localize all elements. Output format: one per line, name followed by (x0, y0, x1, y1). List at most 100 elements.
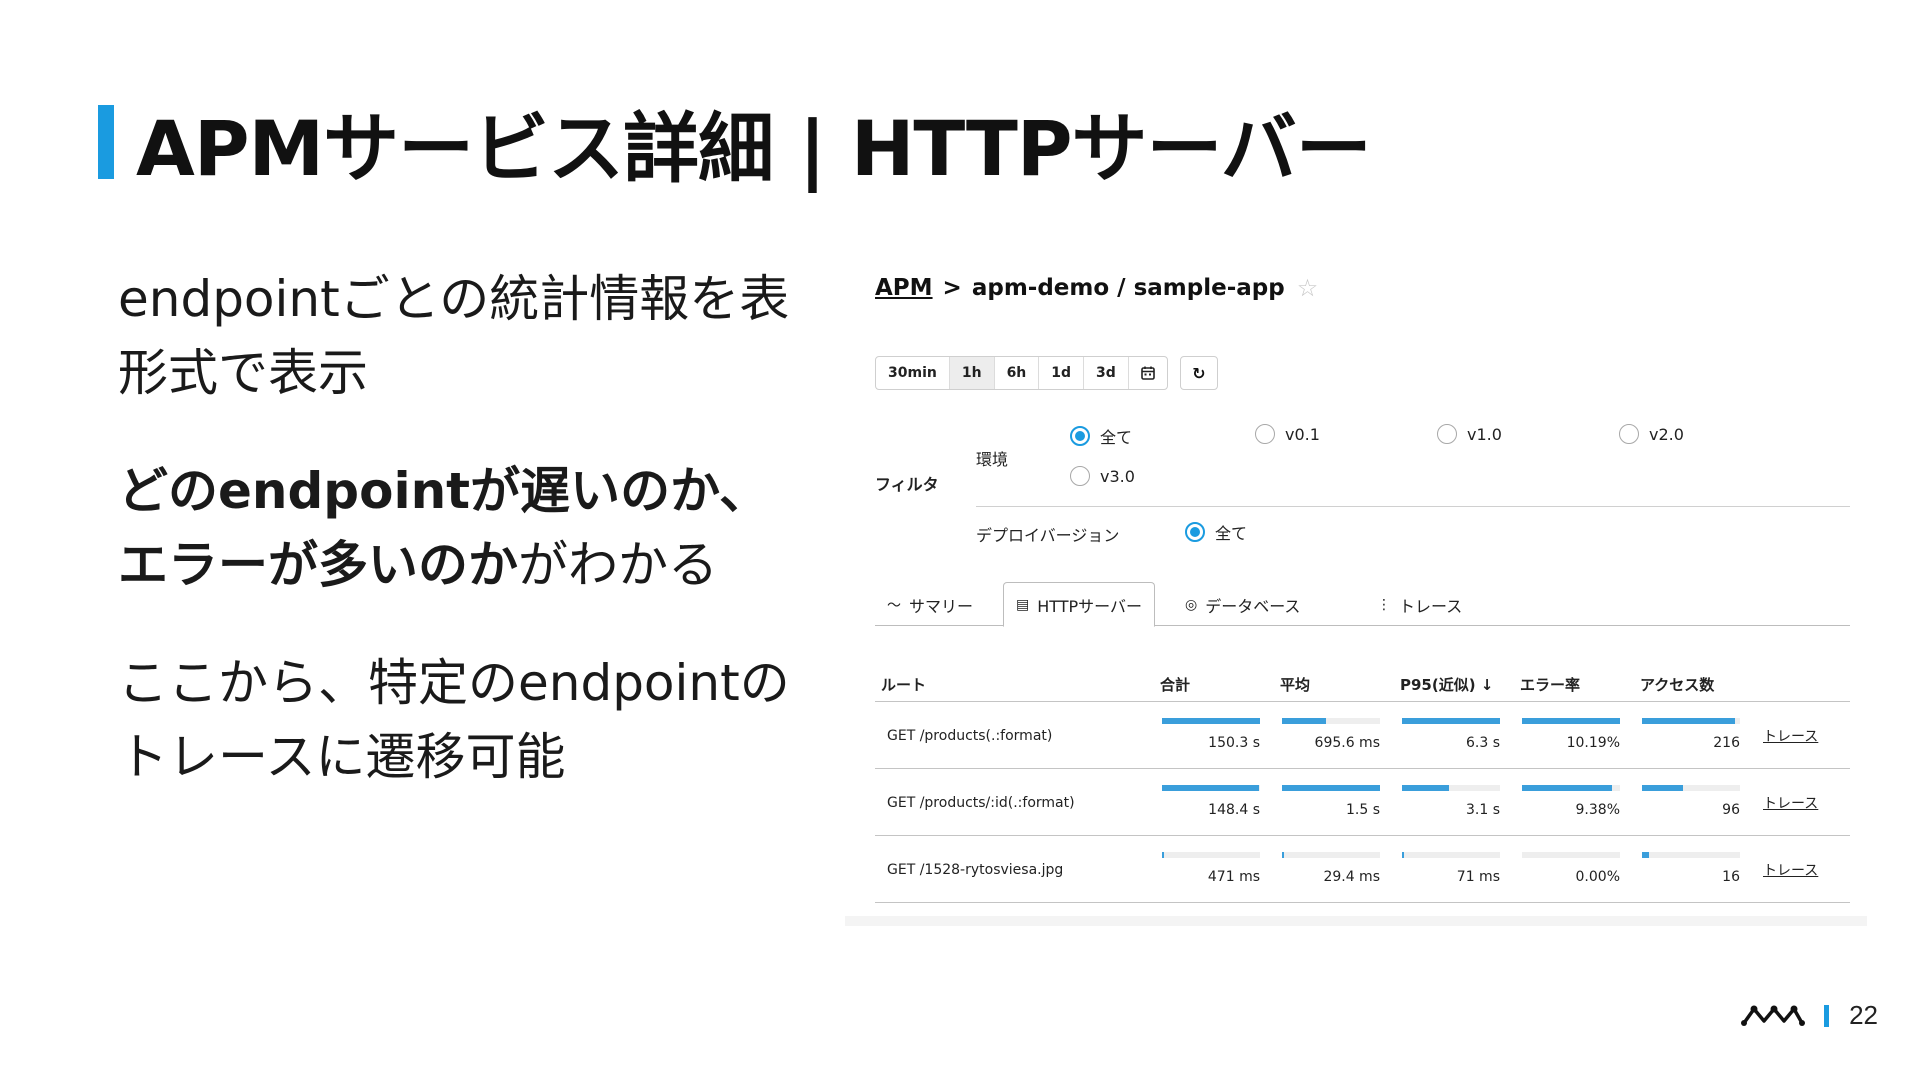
deploy-version-label: デプロイバージョン (976, 526, 1120, 545)
err-cell: 0.00% (1522, 836, 1620, 903)
avg-cell: 1.5 s (1282, 769, 1380, 836)
count-bar-fill (1642, 852, 1649, 858)
radio-icon (1255, 424, 1275, 444)
server-icon: ▤ (1016, 596, 1030, 613)
column-header-access-count[interactable]: アクセス数 (1640, 674, 1714, 695)
count-cell: 96 (1642, 769, 1740, 836)
count-cell: 16 (1642, 836, 1740, 903)
breadcrumb-service: apm-demo / sample-app (971, 275, 1285, 301)
tab-database[interactable]: ◎ データベース (1173, 582, 1312, 627)
avg-bar (1282, 785, 1380, 791)
err-bar (1522, 785, 1620, 791)
env-radio-all[interactable]: 全て (1070, 424, 1132, 448)
database-icon: ◎ (1185, 596, 1198, 613)
env-label: 環境 (976, 450, 1009, 469)
err-value: 10.19% (1566, 735, 1620, 751)
count-bar (1642, 718, 1740, 724)
tab-http-server[interactable]: ▤ HTTPサーバー (1003, 582, 1156, 627)
count-value: 216 (1713, 735, 1740, 751)
count-bar (1642, 852, 1740, 858)
trend-icon: 〜 (887, 597, 901, 614)
err-cell: 9.38% (1522, 769, 1620, 836)
table-row: GET /products(.:format) 150.3 s 695.6 ms 6.… (875, 702, 1850, 769)
tab-bar: 〜サマリー ▤ HTTPサーバー ◎ データベース ⋮ トレース (875, 582, 1850, 627)
brand-logo-icon (1741, 1005, 1806, 1026)
deploy-radio-all[interactable]: 全て (1185, 520, 1247, 544)
count-bar-fill (1642, 718, 1736, 724)
count-bar-fill (1642, 785, 1684, 791)
breadcrumb: APM > apm-demo / sample-app ☆ (875, 274, 1318, 302)
total-bar-fill (1162, 852, 1164, 858)
total-cell: 148.4 s (1162, 769, 1260, 836)
column-header-error-rate[interactable]: エラー率 (1520, 674, 1580, 695)
avg-bar-fill (1282, 718, 1327, 724)
p95-value: 6.3 s (1465, 735, 1500, 751)
refresh-icon[interactable]: ↻ (1179, 356, 1218, 390)
table-row: GET /1528-rytosviesa.jpg 471 ms 29.4 ms 71 … (875, 836, 1850, 903)
avg-bar-fill (1282, 852, 1284, 858)
avg-bar (1282, 852, 1380, 858)
column-header-total[interactable]: 合計 (1160, 674, 1190, 695)
apm-screenshot: APM > apm-demo / sample-app ☆ 30min 1h 6… (845, 266, 1867, 926)
radio-icon (1619, 424, 1639, 444)
avg-value: 29.4 ms (1323, 869, 1380, 885)
p95-value: 3.1 s (1465, 802, 1500, 818)
env-radio-v0-1[interactable]: v0.1 (1255, 424, 1320, 444)
star-icon[interactable]: ☆ (1297, 274, 1319, 302)
slide-title: APMサービス詳細 | HTTPサーバー (98, 100, 1372, 193)
count-value: 96 (1722, 802, 1740, 818)
p95-bar (1402, 852, 1500, 858)
p95-bar-fill (1402, 718, 1500, 724)
trace-link[interactable]: トレース (1763, 793, 1818, 813)
chevron-right-icon: > (942, 275, 962, 301)
avg-bar (1282, 718, 1380, 724)
p95-bar (1402, 718, 1500, 724)
table-row: GET /products/:id(.:format) 148.4 s 1.5 s 3… (875, 769, 1850, 836)
breadcrumb-apm-link[interactable]: APM (875, 275, 933, 301)
p95-bar-fill (1402, 785, 1450, 791)
total-value: 150.3 s (1208, 735, 1260, 751)
route-cell: GET /1528-rytosviesa.jpg (887, 862, 1064, 878)
time-1h-button[interactable]: 1h (949, 357, 995, 389)
avg-cell: 29.4 ms (1282, 836, 1380, 903)
endpoint-table: ルート 合計 平均 P95(近似) ↓ エラー率 アクセス数 GET /prod… (875, 666, 1850, 903)
count-bar (1642, 785, 1740, 791)
column-header-route[interactable]: ルート (881, 674, 926, 695)
paragraph-2: どのendpointが遅いのか、エラーが多いのかがわかる (118, 454, 798, 602)
err-bar-fill (1522, 785, 1613, 791)
footer: 22 (1740, 1000, 1878, 1031)
env-radio-v3-0[interactable]: v3.0 (1070, 466, 1135, 486)
total-bar (1162, 852, 1260, 858)
column-header-p95[interactable]: P95(近似) ↓ (1400, 674, 1493, 695)
tab-trace[interactable]: ⋮ トレース (1365, 582, 1474, 627)
time-30min-button[interactable]: 30min (876, 357, 950, 389)
radio-icon (1437, 424, 1457, 444)
avg-bar-fill (1282, 785, 1380, 791)
avg-value: 695.6 ms (1314, 735, 1380, 751)
column-header-avg[interactable]: 平均 (1280, 674, 1310, 695)
err-value: 9.38% (1575, 802, 1620, 818)
p95-bar-fill (1402, 852, 1404, 858)
env-radio-v1-0[interactable]: v1.0 (1437, 424, 1502, 444)
time-1d-button[interactable]: 1d (1039, 357, 1085, 389)
err-bar (1522, 852, 1620, 858)
err-bar-fill (1522, 718, 1620, 724)
trace-link[interactable]: トレース (1763, 860, 1818, 880)
tab-summary[interactable]: 〜サマリー (875, 582, 985, 627)
calendar-icon[interactable] (1129, 357, 1167, 389)
env-radio-v2-0[interactable]: v2.0 (1619, 424, 1684, 444)
total-bar (1162, 718, 1260, 724)
total-value: 471 ms (1207, 869, 1260, 885)
trace-link[interactable]: トレース (1763, 726, 1818, 746)
total-cell: 471 ms (1162, 836, 1260, 903)
time-6h-button[interactable]: 6h (995, 357, 1040, 389)
total-bar-fill (1162, 785, 1260, 791)
time-3d-button[interactable]: 3d (1084, 357, 1129, 389)
p95-cell: 3.1 s (1402, 769, 1500, 836)
paragraph-1: endpointごとの統計情報を表形式で表示 (118, 270, 790, 402)
total-cell: 150.3 s (1162, 702, 1260, 769)
filter-divider (976, 506, 1850, 507)
p95-cell: 6.3 s (1402, 702, 1500, 769)
paragraph-2-rest: がわかる (518, 536, 718, 594)
title-accent-bar (98, 105, 114, 179)
